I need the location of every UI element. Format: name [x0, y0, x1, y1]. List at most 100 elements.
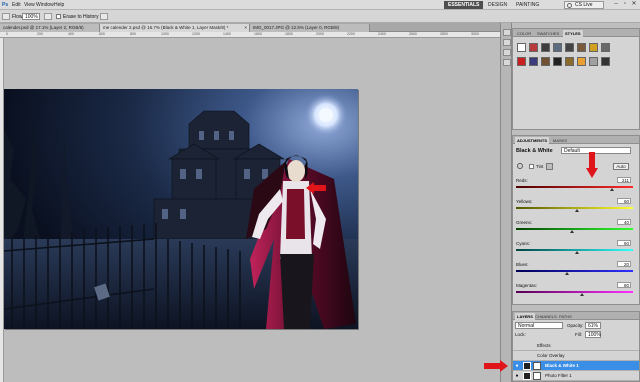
- style-swatch[interactable]: [529, 57, 538, 66]
- auto-button[interactable]: Auto: [613, 163, 629, 170]
- close-tab-icon[interactable]: ×: [244, 24, 247, 32]
- targeted-adjustment-icon[interactable]: [517, 163, 523, 169]
- slider-thumb[interactable]: [574, 251, 579, 254]
- ruler-number: 1000: [161, 32, 169, 36]
- panel-icon-strip: [500, 23, 512, 382]
- tab-styles[interactable]: STYLES: [563, 30, 583, 37]
- slider-label: Magentas:: [516, 283, 538, 288]
- document-image[interactable]: [4, 89, 358, 329]
- layer-row[interactable]: ● Photo Filter 1: [513, 371, 639, 381]
- slider-value-input[interactable]: 80: [617, 282, 631, 288]
- slider-thumb[interactable]: [574, 209, 579, 212]
- tint-color-swatch[interactable]: [546, 163, 553, 170]
- history-panel-icon[interactable]: [503, 29, 511, 36]
- slider-label: Yellows:: [516, 199, 533, 204]
- workspace-essentials[interactable]: ESSENTIALS: [444, 1, 484, 9]
- slider-value-input[interactable]: 211: [617, 177, 631, 183]
- ruler-number: 2000: [316, 32, 324, 36]
- maximize-button[interactable]: ▫: [621, 1, 629, 8]
- layer-row[interactable]: Color Overlay: [513, 351, 639, 361]
- layer-mask-icon[interactable]: [533, 372, 541, 380]
- slider-value-input[interactable]: 40: [617, 219, 631, 225]
- tool-preset-icon[interactable]: [2, 13, 10, 20]
- slider-track[interactable]: [516, 186, 633, 188]
- layer-row[interactable]: ● Black & White 1: [513, 361, 639, 371]
- style-swatch[interactable]: [577, 57, 586, 66]
- opacity-input[interactable]: 61%: [585, 322, 601, 329]
- menu-edit[interactable]: Edit: [12, 2, 21, 8]
- ruler-number: 200: [37, 32, 43, 36]
- style-swatch[interactable]: [529, 43, 538, 52]
- workspace-painting[interactable]: PAINTING: [512, 1, 543, 9]
- lock-label: Lock:: [515, 332, 526, 337]
- style-swatch[interactable]: [541, 43, 550, 52]
- tab-layers[interactable]: LAYERS: [515, 313, 535, 320]
- ps-logo-icon[interactable]: Ps: [2, 2, 8, 8]
- erase-history-checkbox[interactable]: [56, 14, 61, 19]
- layer-row[interactable]: Effects: [513, 341, 639, 351]
- doc-tab-calender[interactable]: calender.psd @ 17.1% (Layer 2, RGB/8): [0, 24, 100, 32]
- blend-mode-select[interactable]: Normal: [515, 322, 563, 329]
- style-swatch[interactable]: [517, 57, 526, 66]
- workspace-design[interactable]: DESIGN: [484, 1, 511, 9]
- tab-swatches[interactable]: SWATCHES: [535, 30, 561, 37]
- ruler-number: 800: [130, 32, 136, 36]
- tab-masks[interactable]: MASKS: [551, 137, 569, 144]
- slider-value-input[interactable]: 60: [617, 240, 631, 246]
- minimize-button[interactable]: –: [612, 1, 620, 8]
- menu-help[interactable]: Help: [54, 2, 64, 8]
- cslive-button[interactable]: CS Live: [564, 1, 604, 9]
- slider-thumb[interactable]: [565, 272, 570, 275]
- fill-input[interactable]: 100%: [585, 331, 601, 338]
- adjustments-panel: ADJUSTMENTS MASKS Black & White Default …: [512, 135, 640, 305]
- actions-panel-icon[interactable]: [503, 39, 511, 46]
- slider-track[interactable]: [516, 270, 633, 272]
- style-swatch[interactable]: [517, 43, 526, 52]
- close-button[interactable]: ✕: [630, 1, 638, 8]
- visibility-eye-icon[interactable]: [514, 353, 520, 359]
- character-panel-icon[interactable]: [503, 49, 511, 56]
- slider-value-input[interactable]: 20: [617, 261, 631, 267]
- tint-checkbox[interactable]: [529, 164, 534, 169]
- paragraph-panel-icon[interactable]: [503, 59, 511, 66]
- slider-value-input[interactable]: 60: [617, 198, 631, 204]
- slider-thumb[interactable]: [570, 230, 575, 233]
- tab-channels[interactable]: CHANNELS: [533, 313, 559, 320]
- slider-track[interactable]: [516, 228, 633, 230]
- menu-view[interactable]: View: [24, 2, 35, 8]
- tablet-pressure-icon[interactable]: [100, 13, 108, 20]
- layer-mask-icon[interactable]: [533, 362, 541, 370]
- style-swatch[interactable]: [589, 57, 598, 66]
- document-tabs: calender.psd @ 17.1% (Layer 2, RGB/8) me…: [0, 23, 500, 32]
- tab-color[interactable]: COLOR: [515, 30, 533, 37]
- tab-adjustments[interactable]: ADJUSTMENTS: [515, 137, 550, 144]
- style-swatch[interactable]: [541, 57, 550, 66]
- style-swatch[interactable]: [601, 43, 610, 52]
- doc-tab-label: calender.psd @ 17.1% (Layer 2, RGB/8): [3, 25, 84, 30]
- slider-thumb[interactable]: [579, 293, 584, 296]
- layer-thumbnail-icon: [523, 362, 531, 370]
- menu-window[interactable]: Window: [36, 2, 54, 8]
- annotation-arrow-head: [306, 182, 326, 194]
- doc-tab-img-0017[interactable]: IMG_0017.JPG @ 12.5% (Layer 0, RGB/8): [250, 24, 370, 32]
- doc-tab-me-calender[interactable]: me calender 2.psd @ 16.7% (Black & White…: [100, 24, 250, 32]
- tab-paths[interactable]: PATHS: [557, 313, 574, 320]
- style-swatch[interactable]: [553, 43, 562, 52]
- style-swatch[interactable]: [553, 57, 562, 66]
- visibility-eye-icon[interactable]: [514, 343, 520, 349]
- style-swatch[interactable]: [577, 43, 586, 52]
- style-swatch[interactable]: [601, 57, 610, 66]
- style-swatch[interactable]: [565, 57, 574, 66]
- slider-thumb[interactable]: [610, 188, 615, 191]
- ruler-number: 2800: [440, 32, 448, 36]
- flow-input[interactable]: 100%: [22, 13, 40, 20]
- style-swatch[interactable]: [589, 43, 598, 52]
- ruler-number: 2200: [347, 32, 355, 36]
- visibility-eye-icon[interactable]: ●: [514, 373, 520, 379]
- slider-track[interactable]: [516, 291, 633, 293]
- ruler-number: 1800: [285, 32, 293, 36]
- style-swatch[interactable]: [565, 43, 574, 52]
- visibility-eye-icon[interactable]: ●: [514, 363, 520, 369]
- airbrush-icon[interactable]: [44, 13, 52, 20]
- adjustments-panel-tabs: ADJUSTMENTS MASKS: [513, 136, 639, 144]
